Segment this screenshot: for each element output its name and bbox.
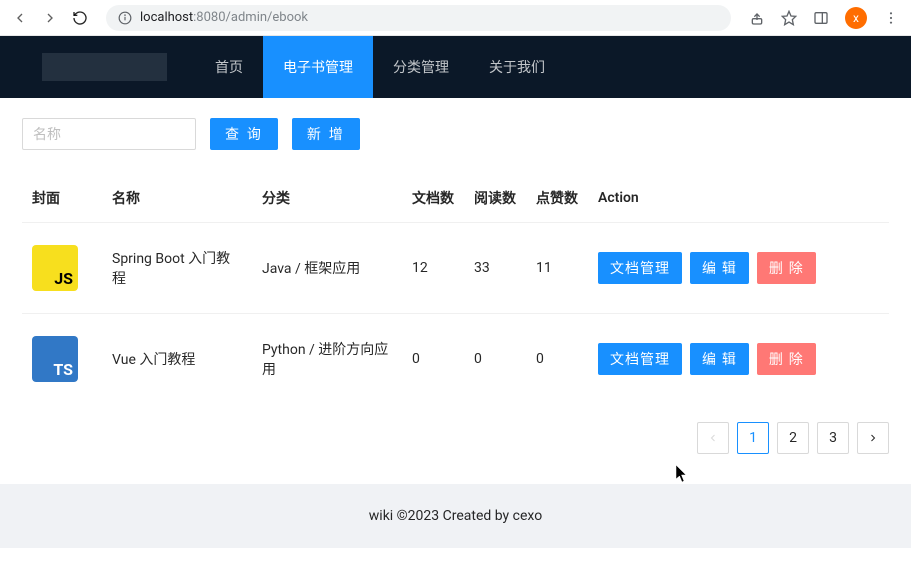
logo-placeholder xyxy=(42,53,167,81)
back-icon[interactable] xyxy=(12,10,28,26)
doc-manage-button[interactable]: 文档管理 xyxy=(598,343,682,375)
cursor-icon xyxy=(675,465,689,487)
page-2[interactable]: 2 xyxy=(777,422,809,454)
panel-icon[interactable] xyxy=(813,10,829,26)
nav-item-0[interactable]: 首页 xyxy=(195,36,263,98)
profile-avatar[interactable]: x xyxy=(845,7,867,29)
filter-row: 查 询 新 增 xyxy=(22,118,889,150)
cell-category: Python / 进阶方向应用 xyxy=(252,314,402,405)
th-docs: 文档数 xyxy=(402,174,464,223)
share-icon[interactable] xyxy=(749,10,765,26)
name-input[interactable] xyxy=(22,118,196,150)
reload-icon[interactable] xyxy=(72,10,88,26)
cover-thumbnail: JS xyxy=(32,245,78,291)
cell-reads: 33 xyxy=(464,223,526,314)
th-name: 名称 xyxy=(102,174,252,223)
page-prev[interactable] xyxy=(697,422,729,454)
search-button[interactable]: 查 询 xyxy=(210,118,278,150)
page-next[interactable] xyxy=(857,422,889,454)
nav-item-3[interactable]: 关于我们 xyxy=(469,36,565,98)
cell-reads: 0 xyxy=(464,314,526,405)
doc-manage-button[interactable]: 文档管理 xyxy=(598,252,682,284)
delete-button[interactable]: 删 除 xyxy=(757,252,816,284)
url-text: localhost:8080/admin/ebook xyxy=(140,10,308,25)
add-button[interactable]: 新 增 xyxy=(292,118,360,150)
th-category: 分类 xyxy=(252,174,402,223)
th-cover: 封面 xyxy=(22,174,102,223)
star-icon[interactable] xyxy=(781,10,797,26)
th-action: Action xyxy=(588,174,889,223)
nav-item-1[interactable]: 电子书管理 xyxy=(263,36,373,98)
page-3[interactable]: 3 xyxy=(817,422,849,454)
page-1[interactable]: 1 xyxy=(737,422,769,454)
cell-category: Java / 框架应用 xyxy=(252,223,402,314)
cell-likes: 11 xyxy=(526,223,588,314)
top-nav: 首页电子书管理分类管理关于我们 xyxy=(0,36,911,98)
cell-docs: 0 xyxy=(402,314,464,405)
cell-name: Spring Boot 入门教程 xyxy=(102,223,252,314)
delete-button[interactable]: 删 除 xyxy=(757,343,816,375)
footer: wiki ©2023 Created by cexo xyxy=(0,484,911,548)
cell-docs: 12 xyxy=(402,223,464,314)
table-row: TSVue 入门教程Python / 进阶方向应用000文档管理编 辑删 除 xyxy=(22,314,889,405)
th-reads: 阅读数 xyxy=(464,174,526,223)
ebook-table: 封面 名称 分类 文档数 阅读数 点赞数 Action JS Spring Boo… xyxy=(22,174,889,404)
forward-icon[interactable] xyxy=(42,10,58,26)
cell-likes: 0 xyxy=(526,314,588,405)
site-info-icon[interactable] xyxy=(118,11,132,25)
edit-button[interactable]: 编 辑 xyxy=(690,343,749,375)
browser-toolbar: localhost:8080/admin/ebook x xyxy=(0,0,911,36)
menu-dots-icon[interactable] xyxy=(883,10,899,26)
nav-item-2[interactable]: 分类管理 xyxy=(373,36,469,98)
url-bar[interactable]: localhost:8080/admin/ebook xyxy=(106,5,731,31)
cell-name: Vue 入门教程 xyxy=(102,314,252,405)
cover-thumbnail: TS xyxy=(32,336,78,382)
pagination: 123 xyxy=(0,404,911,484)
th-likes: 点赞数 xyxy=(526,174,588,223)
footer-text: wiki ©2023 Created by cexo xyxy=(369,508,542,524)
edit-button[interactable]: 编 辑 xyxy=(690,252,749,284)
table-row: JS Spring Boot 入门教程Java / 框架应用123311 文档管理编… xyxy=(22,223,889,314)
